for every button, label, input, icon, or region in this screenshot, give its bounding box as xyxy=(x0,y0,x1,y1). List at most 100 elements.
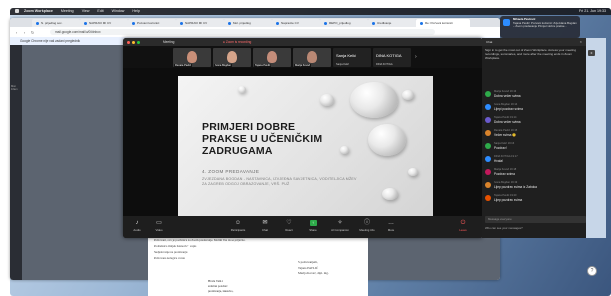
meeting-info-button[interactable]: ⓘ Meeting info xyxy=(355,220,379,232)
chat-message: Sanja Kelić 19:16 Pozdrav! xyxy=(485,142,583,153)
participant-face xyxy=(267,51,277,63)
doc-sign: S poštovanjem, xyxy=(298,260,318,264)
desktop-right-strip: ≡ xyxy=(586,38,606,238)
chat-message: Tajana Pavlić 19:20 Lijep pozdrav svima xyxy=(485,194,583,205)
avatar xyxy=(485,117,491,123)
browser-tab[interactable]: NAPRAVI MI CV xyxy=(176,19,224,27)
browser-tab[interactable]: Napravite CV xyxy=(272,19,320,27)
audio-button[interactable]: ♪ Audio xyxy=(127,220,147,232)
avatar xyxy=(485,156,491,162)
tab-strip: N. prijedlog soc. NAPRAVI MI CV Pozvani … xyxy=(10,18,500,27)
chat-message: Ivona Bogdan 19:14 Lijepi pozdrav svima xyxy=(485,103,583,114)
doc-line: Podrušnica Osijek Istanović · zapis xyxy=(154,244,197,248)
reload-icon[interactable]: ↻ xyxy=(30,30,35,35)
doc-sign: Tajana PAVLIĆ xyxy=(298,266,319,270)
chat-title: Chat xyxy=(486,40,493,44)
participant-video[interactable]: Ivona Bogdan xyxy=(213,48,251,67)
microphone-icon: ♪ xyxy=(135,220,139,226)
browser-tab[interactable]: Mol. prijedlog xyxy=(224,19,272,27)
banner-text: Google Chrome nije vaš zadani preglednik xyxy=(20,39,81,43)
chat-button[interactable]: ✉ Chat xyxy=(255,220,275,232)
share-screen-icon: ↑ xyxy=(309,220,317,226)
leave-button[interactable]: ⏻ Leave xyxy=(453,220,473,232)
forward-icon[interactable]: › xyxy=(22,30,27,35)
apple-icon[interactable] xyxy=(15,9,19,14)
chat-message: Tajana Pavlić 19:14 Dobra večer svima xyxy=(485,116,583,127)
heart-icon: ♡ xyxy=(286,220,292,226)
chat-message: Ivona Bogdan 19:19 Lijep pozdrav svima iz… xyxy=(485,181,583,192)
meeting-toolbar: ♪ Audio ▭ Video ☺ Participants ✉ Chat ♡ React… xyxy=(123,216,483,238)
ai-companion-button[interactable]: ✧ AI Companion xyxy=(327,220,353,232)
share-button[interactable]: ↑ Share xyxy=(303,220,323,232)
notification-banner[interactable]: Mihaela Pavlović Tajana Pavlić: Pozvani … xyxy=(500,16,580,38)
participant-strip: Renata Pavlić Ivona Bogdan Tajana Pavlić… xyxy=(123,46,483,68)
doc-line: predavanje, iskustvo, xyxy=(208,289,234,293)
participant-name-card[interactable]: DINA KOTIGA DINA KOTIGA xyxy=(373,48,411,67)
water-drop-decoration xyxy=(382,188,398,200)
participant-video[interactable]: Tajana Pavlić xyxy=(253,48,291,67)
menu-meeting[interactable]: Meeting xyxy=(61,8,74,15)
close-chat-icon[interactable]: ✕ xyxy=(579,38,582,46)
chat-header: Chat ✕ xyxy=(482,38,586,46)
react-button[interactable]: ♡ React xyxy=(279,220,299,232)
water-drop-decoration xyxy=(350,82,398,118)
tray-icon[interactable]: ≡ xyxy=(588,50,595,56)
chat-visibility-note[interactable]: Who can see your messages? xyxy=(485,226,583,230)
participants-button[interactable]: ☺ Participants xyxy=(228,220,248,232)
info-icon: ⓘ xyxy=(363,220,370,226)
close-icon[interactable] xyxy=(127,40,130,44)
slide-authors: ZVJEZDANA BOGDAN - NASTAVNICA, IZVJEĐNA … xyxy=(202,177,357,186)
back-icon[interactable]: ‹ xyxy=(14,30,19,35)
doc-line: Hvala Vam i xyxy=(208,279,223,283)
next-participants-icon[interactable]: › xyxy=(415,54,417,60)
participant-name-card[interactable]: Sanja Kelić Sanja Kelić xyxy=(333,48,371,67)
chat-message: Marija Kovač 19:18 Pozdrav svima xyxy=(485,168,583,179)
browser-tab[interactable]: Uređivanje xyxy=(368,19,416,27)
sparkle-icon: ✧ xyxy=(337,220,343,226)
doc-sign: Marija Kovač, dipl. ing. xyxy=(298,271,329,275)
browser-tab-active[interactable]: Re: Pozvani korisnici xyxy=(416,19,470,27)
avatar xyxy=(485,130,491,136)
notification-body: Tajana Pavlić: Pozvani korisnici: Zvjezd… xyxy=(513,20,577,29)
more-button[interactable]: … More xyxy=(381,220,401,232)
zoom-title: Meeting xyxy=(163,40,175,44)
chat-message: DINA KOTIGA 19:17 Hvala! xyxy=(485,155,583,166)
participant-video[interactable]: Renata Pavlić xyxy=(173,48,211,67)
doc-line: Poštovani, ovo je pozivnica za Zoom pred… xyxy=(154,238,246,242)
menu-help[interactable]: Help xyxy=(132,8,139,15)
water-drop-decoration xyxy=(238,86,246,93)
menu-bar: Zoom Workplace Meeting View Edit Window … xyxy=(10,8,611,15)
menu-window[interactable]: Window xyxy=(112,8,125,15)
help-icon[interactable]: ? xyxy=(587,266,597,276)
chat-input[interactable]: Message everyone xyxy=(485,216,586,223)
zoom-meeting-window: Meeting ● Zoom is recording Renata Pavli… xyxy=(123,38,483,238)
avatar xyxy=(485,169,491,175)
exit-icon: ⏻ xyxy=(460,220,466,226)
avatar xyxy=(485,104,491,110)
maximize-icon[interactable] xyxy=(137,40,140,44)
url-input[interactable]: mail.google.com/mail/u/0/#inbox xyxy=(50,29,435,35)
chat-panel: Chat ✕ Sign in to get the most out of Zo… xyxy=(482,38,586,238)
chat-message: Renata Pavlić 19:15 Večer svima 😊 xyxy=(485,129,583,140)
minimize-icon[interactable] xyxy=(132,40,135,44)
video-button[interactable]: ▭ Video xyxy=(149,220,169,232)
water-drop-decoration xyxy=(408,168,418,176)
participants-icon: ☺ xyxy=(234,220,242,226)
browser-tab[interactable]: REPO_prijedlog xyxy=(320,19,368,27)
participant-video[interactable]: Marija Kovač xyxy=(293,48,331,67)
doc-line: Poštovana kolegice 4 rute xyxy=(154,256,185,260)
menu-app-name[interactable]: Zoom Workplace xyxy=(24,8,53,15)
avatar xyxy=(485,91,491,97)
zoom-title-bar: Meeting ● Zoom is recording xyxy=(123,38,483,46)
presentation-slide: PRIMJERI DOBRE PRAKSE U UČENIČKIM ZADRUG… xyxy=(178,76,433,216)
browser-tab[interactable]: NAPRAVI MI CV xyxy=(80,19,128,27)
zoom-app-icon xyxy=(503,19,510,26)
water-drop-decoration xyxy=(402,90,414,100)
menu-view[interactable]: View xyxy=(82,8,90,15)
browser-tab[interactable]: Pozvani korisnici xyxy=(128,19,176,27)
camera-icon: ▭ xyxy=(156,220,162,226)
browser-tab[interactable]: N. prijedlog soc. xyxy=(32,19,80,27)
participant-face xyxy=(307,51,317,63)
menu-edit[interactable]: Edit xyxy=(97,8,103,15)
clock[interactable]: Fri 21. Jun 19:33 xyxy=(579,8,606,15)
